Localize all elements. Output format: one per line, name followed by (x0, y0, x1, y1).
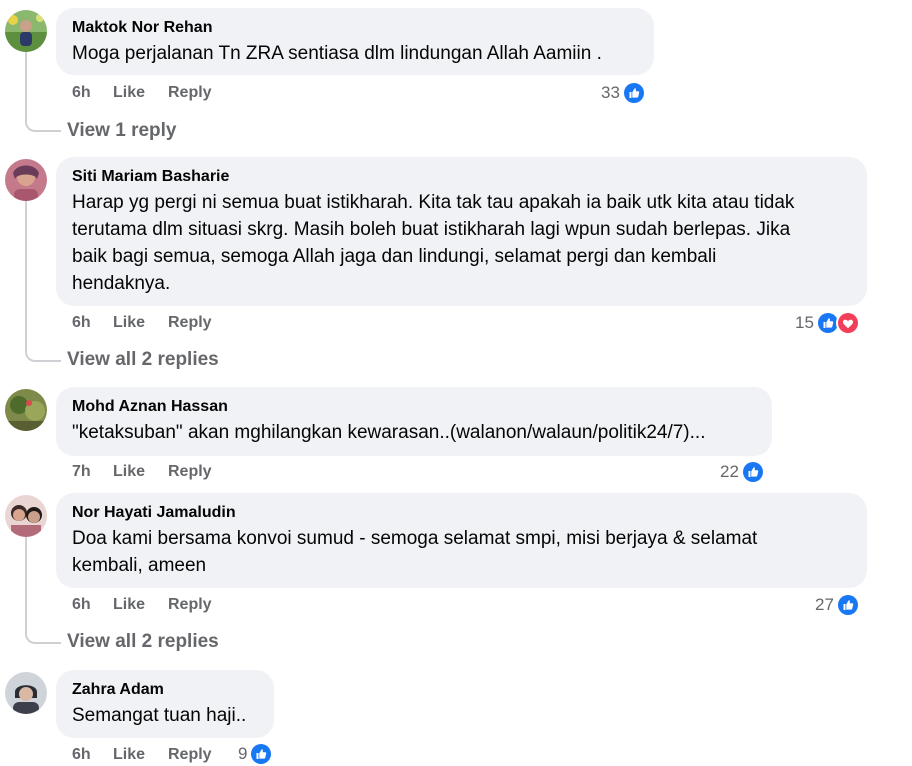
comment-text: Doa kami bersama konvoi sumud - semoga s… (72, 525, 851, 579)
like-button[interactable]: Like (113, 461, 145, 483)
reaction-summary[interactable]: 22 (720, 460, 765, 484)
love-icon (835, 311, 860, 335)
comment-bubble: Mohd Aznan Hassan "ketaksuban" akan mghi… (56, 387, 772, 456)
reaction-count: 33 (601, 83, 620, 102)
comment-time[interactable]: 6h (72, 594, 91, 616)
reaction-count: 22 (720, 462, 739, 481)
reply-button[interactable]: Reply (168, 461, 212, 483)
view-replies-link[interactable]: View 1 reply (67, 119, 177, 143)
avatar[interactable] (5, 10, 47, 52)
avatar[interactable] (5, 159, 47, 201)
like-button[interactable]: Like (113, 744, 145, 766)
like-button[interactable]: Like (113, 82, 145, 104)
comment-author[interactable]: Siti Mariam Basharie (72, 167, 851, 187)
comment-author[interactable]: Mohd Aznan Hassan (72, 397, 756, 417)
comment-time[interactable]: 6h (72, 82, 91, 104)
comment-bubble: Siti Mariam Basharie Harap yg pergi ni s… (56, 157, 867, 306)
comment-text: Harap yg pergi ni semua buat istikharah.… (72, 189, 851, 297)
avatar[interactable] (5, 389, 47, 431)
like-icon (740, 460, 765, 484)
avatar[interactable] (5, 672, 47, 714)
reply-button[interactable]: Reply (168, 744, 212, 766)
reaction-summary[interactable]: 27 (815, 593, 860, 617)
reaction-summary[interactable]: 9 (238, 742, 274, 766)
view-replies-link[interactable]: View all 2 replies (67, 348, 219, 372)
comment-author[interactable]: Nor Hayati Jamaludin (72, 503, 851, 523)
reply-connector (25, 201, 61, 362)
like-button[interactable]: Like (113, 594, 145, 616)
comment-text-line: baik bagi semua, semoga Allah jaga dan l… (72, 246, 717, 267)
comment-thread: Maktok Nor Rehan Moga perjalanan Tn ZRA … (0, 0, 912, 766)
comment-time[interactable]: 6h (72, 744, 91, 766)
comment-text: Semangat tuan haji.. (72, 705, 247, 726)
comment-time[interactable]: 6h (72, 312, 91, 334)
view-replies-link[interactable]: View all 2 replies (67, 630, 219, 654)
comment-author[interactable]: Zahra Adam (72, 680, 258, 700)
comment-text-line: hendaknya. (72, 273, 171, 294)
reaction-summary[interactable]: 33 (601, 81, 646, 105)
comment-bubble: Zahra Adam Semangat tuan haji.. (56, 670, 274, 738)
like-icon (249, 742, 274, 766)
reply-button[interactable]: Reply (168, 594, 212, 616)
comment-text-line: kembali, ameen (72, 555, 207, 576)
comment-text: Moga perjalanan Tn ZRA sentiasa dlm lind… (72, 43, 602, 64)
comment-text-line: terutama dlm situasi skrg. Masih boleh b… (72, 219, 791, 240)
comment-bubble: Maktok Nor Rehan Moga perjalanan Tn ZRA … (56, 8, 654, 75)
comment-author[interactable]: Maktok Nor Rehan (72, 18, 638, 38)
reply-connector (25, 537, 61, 644)
comment-text: "ketaksuban" akan mghilangkan kewarasan.… (72, 422, 706, 443)
comment-time[interactable]: 7h (72, 461, 91, 483)
comment-bubble: Nor Hayati Jamaludin Doa kami bersama ko… (56, 493, 867, 588)
reaction-count: 15 (795, 313, 814, 332)
reaction-count: 9 (238, 744, 248, 763)
reaction-count: 27 (815, 595, 834, 614)
avatar[interactable] (5, 495, 47, 537)
comment-text-line: Harap yg pergi ni semua buat istikharah.… (72, 192, 795, 213)
comment-text-line: Doa kami bersama konvoi sumud - semoga s… (72, 528, 758, 549)
reply-button[interactable]: Reply (168, 82, 212, 104)
reaction-summary[interactable]: 15 (795, 311, 860, 335)
like-icon (835, 593, 860, 617)
reply-connector (25, 52, 61, 132)
like-button[interactable]: Like (113, 312, 145, 334)
reply-button[interactable]: Reply (168, 312, 212, 334)
like-icon (621, 81, 646, 105)
